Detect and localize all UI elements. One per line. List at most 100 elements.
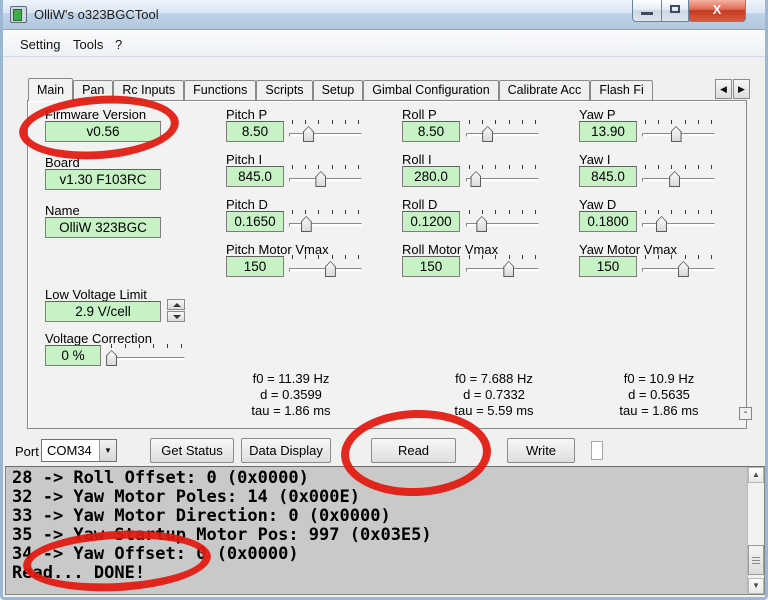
roll-i-label: Roll I [402, 152, 432, 167]
board-field[interactable]: v1.30 F103RC [45, 169, 161, 190]
slider-ticks [292, 255, 359, 259]
slider-track[interactable] [289, 223, 362, 227]
slider-thumb[interactable] [476, 216, 487, 232]
roll-i-slider[interactable] [466, 164, 539, 188]
pitch-motor-vmax-field[interactable]: 150 [226, 256, 284, 277]
roll-d-slider[interactable] [466, 209, 539, 233]
pitch-i-field[interactable]: 845.0 [226, 166, 284, 187]
port-label: Port [15, 444, 39, 459]
low-voltage-limit-field[interactable]: 2.9 V/cell [45, 301, 161, 322]
slider-thumb[interactable] [325, 261, 336, 277]
slider-ticks [469, 255, 536, 259]
roll-d-label: Roll D [402, 197, 437, 212]
low-voltage-limit-stepper [167, 299, 185, 323]
slider-ticks [292, 165, 359, 169]
menu-tools[interactable]: Tools [69, 35, 107, 54]
yaw-motor-vmax-field[interactable]: 150 [579, 256, 637, 277]
roll-d-field[interactable]: 0.1200 [402, 211, 460, 232]
slider-track[interactable] [289, 133, 362, 137]
slider-thumb[interactable] [669, 171, 680, 187]
write-button[interactable]: Write [507, 438, 575, 463]
roll-motor-vmax-slider[interactable] [466, 254, 539, 278]
maximize-button[interactable] [661, 0, 689, 22]
slider-track[interactable] [466, 133, 539, 137]
tab-main[interactable]: Main [28, 78, 73, 101]
slider-thumb[interactable] [671, 126, 682, 142]
slider-thumb[interactable] [303, 126, 314, 142]
tab-gimbal-configuration[interactable]: Gimbal Configuration [363, 80, 498, 101]
console-scrollbar[interactable]: ▲ ▼ [747, 467, 764, 594]
slider-thumb[interactable] [470, 171, 481, 187]
stepper-down-icon[interactable] [167, 311, 185, 322]
port-selected-value: COM34 [47, 443, 92, 458]
menu-setting[interactable]: Setting [16, 35, 64, 54]
tab-scroll-right-icon[interactable]: ▶ [733, 79, 750, 99]
scrollbar-thumb[interactable] [748, 545, 764, 575]
slider-thumb[interactable] [315, 171, 326, 187]
tab-calibrate-acc[interactable]: Calibrate Acc [499, 80, 591, 101]
app-window: OlliW's o323BGCTool X Setting Tools ? Ma… [0, 0, 768, 600]
slider-thumb[interactable] [678, 261, 689, 277]
tab-functions[interactable]: Functions [184, 80, 256, 101]
roll-i-field[interactable]: 280.0 [402, 166, 460, 187]
slider-ticks [292, 120, 359, 124]
pitch-d-slider[interactable] [289, 209, 362, 233]
pitch-i-label: Pitch I [226, 152, 262, 167]
pitch-p-label: Pitch P [226, 107, 267, 122]
tab-scroll-left-icon[interactable]: ◀ [715, 79, 732, 99]
slider-ticks [469, 120, 536, 124]
pitch-motor-vmax-slider[interactable] [289, 254, 362, 278]
progress-indicator [591, 441, 603, 460]
roll-p-slider[interactable] [466, 119, 539, 143]
slider-ticks [645, 165, 712, 169]
yaw-p-slider[interactable] [642, 119, 715, 143]
pitch-d-field[interactable]: 0.1650 [226, 211, 284, 232]
data-display-button[interactable]: Data Display [241, 438, 331, 463]
menu-help[interactable]: ? [111, 35, 126, 54]
close-icon: X [713, 2, 722, 17]
yaw-p-label: Yaw P [579, 107, 616, 122]
roll-f0-readout: f0 = 7.688 Hz [409, 371, 579, 386]
yaw-p-field[interactable]: 13.90 [579, 121, 637, 142]
tab-flash-firmware[interactable]: Flash Fi [590, 80, 652, 101]
chevron-down-icon[interactable]: ▼ [99, 440, 116, 461]
slider-thumb[interactable] [503, 261, 514, 277]
yaw-i-slider[interactable] [642, 164, 715, 188]
yaw-motor-vmax-slider[interactable] [642, 254, 715, 278]
pitch-i-slider[interactable] [289, 164, 362, 188]
slider-ticks [292, 210, 359, 214]
roll-p-field[interactable]: 8.50 [402, 121, 460, 142]
tab-setup[interactable]: Setup [313, 80, 364, 101]
roll-d-readout: d = 0.7332 [409, 387, 579, 402]
slider-track[interactable] [108, 357, 185, 361]
yaw-i-field[interactable]: 845.0 [579, 166, 637, 187]
slider-track[interactable] [466, 268, 539, 272]
stepper-up-icon[interactable] [167, 299, 185, 310]
minimize-icon [641, 12, 653, 15]
pitch-p-field[interactable]: 8.50 [226, 121, 284, 142]
window-title: OlliW's o323BGCTool [34, 7, 159, 22]
minimize-button[interactable] [632, 0, 662, 22]
slider-thumb[interactable] [656, 216, 667, 232]
yaw-d-field[interactable]: 0.1800 [579, 211, 637, 232]
get-status-button[interactable]: Get Status [150, 438, 234, 463]
voltage-correction-field[interactable]: 0 % [45, 345, 101, 366]
yaw-tau-readout: tau = 1.86 ms [574, 403, 744, 418]
slider-thumb[interactable] [301, 216, 312, 232]
pitch-p-slider[interactable] [289, 119, 362, 143]
roll-motor-vmax-field[interactable]: 150 [402, 256, 460, 277]
slider-track[interactable] [642, 223, 715, 227]
voltage-correction-slider[interactable] [108, 343, 185, 367]
scroll-down-icon[interactable]: ▼ [748, 578, 764, 594]
yaw-d-slider[interactable] [642, 209, 715, 233]
title-bar[interactable]: OlliW's o323BGCTool X [0, 0, 768, 30]
close-button[interactable]: X [688, 0, 746, 22]
name-field[interactable]: OlliW 323BGC [45, 217, 161, 238]
yaw-d-label: Yaw D [579, 197, 616, 212]
scroll-up-icon[interactable]: ▲ [748, 467, 764, 483]
panel-minimize-button[interactable]: - [739, 407, 752, 420]
port-combobox[interactable]: COM34 ▼ [41, 439, 117, 462]
tab-scripts[interactable]: Scripts [256, 80, 312, 101]
slider-thumb[interactable] [482, 126, 493, 142]
slider-thumb[interactable] [106, 350, 117, 366]
